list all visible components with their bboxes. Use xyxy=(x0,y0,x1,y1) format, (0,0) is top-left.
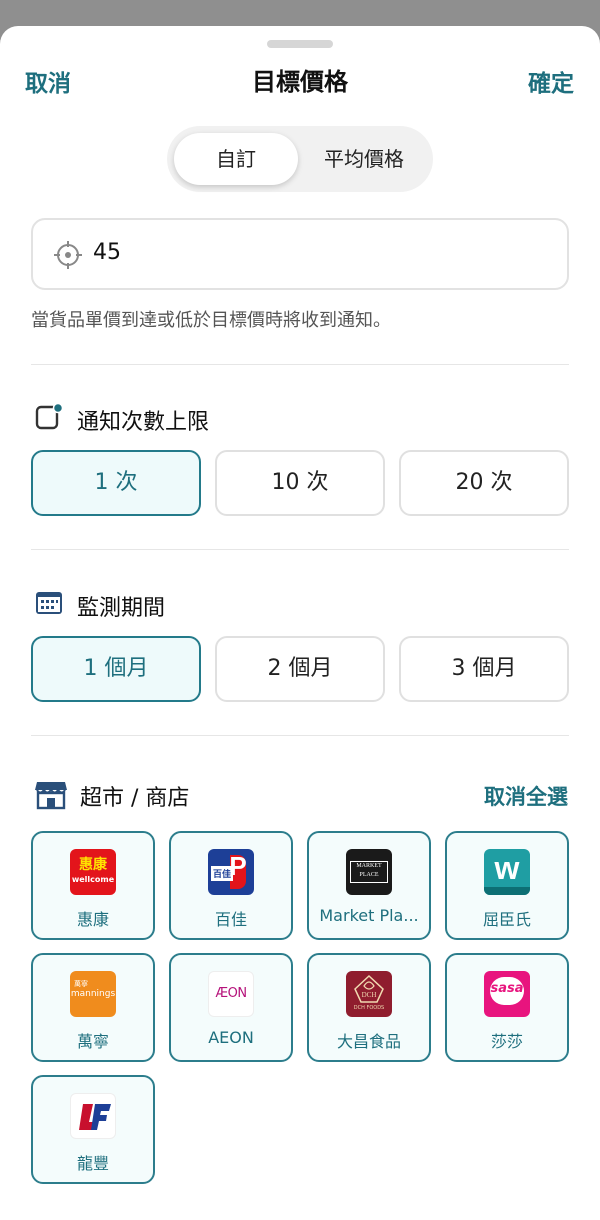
store-item-watsons[interactable]: w 屈臣氏 xyxy=(445,831,569,940)
dch-foods-logo: DCH DCH FOODS xyxy=(346,971,392,1017)
watsons-logo: w xyxy=(484,849,530,895)
store-name: 惠康 xyxy=(76,910,109,929)
store-name: 萬寧 xyxy=(76,1032,109,1051)
divider xyxy=(31,549,569,550)
store-item-dch-foods[interactable]: DCH DCH FOODS 大昌食品 xyxy=(307,953,431,1062)
store-item-sasa[interactable]: sasa 莎莎 xyxy=(445,953,569,1062)
store-item-parknshop[interactable]: P 百佳 百佳 xyxy=(169,831,293,940)
segment-average-price[interactable]: 平均價格 xyxy=(301,133,427,185)
target-price-input[interactable]: 45 xyxy=(31,218,569,290)
deselect-all-button[interactable]: 取消全選 xyxy=(484,781,568,811)
notify-limit-option-10[interactable]: 10 次 xyxy=(215,450,385,516)
wellcome-logo: 惠康 wellcome xyxy=(70,849,116,895)
sasa-logo: sasa xyxy=(484,971,530,1017)
store-item-market-place[interactable]: MARKET PLACE Market Pla... xyxy=(307,831,431,940)
notification-hint: 當貨品單價到達或低於目標價時將收到通知。 xyxy=(31,310,391,331)
period-option-1-month[interactable]: 1 個月 xyxy=(31,636,201,702)
logo-text: sasa xyxy=(490,981,524,996)
drag-handle[interactable] xyxy=(267,40,333,48)
parknshop-logo: P 百佳 xyxy=(208,849,254,895)
period-option-3-months[interactable]: 3 個月 xyxy=(399,636,569,702)
store-item-lung-fung[interactable]: 龍豐 xyxy=(31,1075,155,1184)
period-title: 監測期間 xyxy=(77,596,166,621)
sheet-title: 目標價格 xyxy=(252,68,348,96)
store-icon xyxy=(35,782,67,810)
store-item-mannings[interactable]: 萬寧 mannings 萬寧 xyxy=(31,953,155,1062)
logo-text: ÆON xyxy=(215,986,247,1001)
logo-subtext: wellcome xyxy=(71,875,115,884)
lung-fung-logo xyxy=(70,1093,116,1139)
store-name: Market Pla... xyxy=(319,906,419,925)
store-name: 百佳 xyxy=(214,910,247,929)
market-place-logo: MARKET PLACE xyxy=(346,849,392,895)
logo-subtext: DCH FOODS xyxy=(353,1005,385,1011)
target-price-sheet: 取消 目標價格 確定 自訂 平均價格 45 當貨品單價到達或低於目標價時將收到通… xyxy=(0,26,600,1220)
stores-title: 超市 / 商店 xyxy=(80,786,190,811)
logo-text: 惠康 xyxy=(79,857,107,873)
store-name: 大昌食品 xyxy=(336,1032,401,1051)
calendar-icon xyxy=(36,592,62,614)
store-name: 莎莎 xyxy=(490,1032,523,1051)
divider xyxy=(31,364,569,365)
store-item-wellcome[interactable]: 惠康 wellcome 惠康 xyxy=(31,831,155,940)
store-name: 屈臣氏 xyxy=(482,910,531,929)
aeon-logo: ÆON xyxy=(208,971,254,1017)
logo-text: MARKET xyxy=(356,863,382,869)
confirm-button[interactable]: 確定 xyxy=(528,64,574,98)
period-option-2-months[interactable]: 2 個月 xyxy=(215,636,385,702)
logo-text: 萬寧 xyxy=(74,980,88,988)
notify-limit-title: 通知次數上限 xyxy=(77,410,210,435)
mannings-logo: 萬寧 mannings xyxy=(70,971,116,1017)
divider xyxy=(31,735,569,736)
logo-text: DCH xyxy=(362,991,377,999)
logo-subtext: mannings xyxy=(70,989,116,999)
store-name: 龍豐 xyxy=(76,1154,109,1173)
segment-custom[interactable]: 自訂 xyxy=(174,133,298,185)
logo-letter: w xyxy=(494,850,520,886)
target-price-value: 45 xyxy=(93,240,121,265)
notify-limit-option-20[interactable]: 20 次 xyxy=(399,450,569,516)
store-name: AEON xyxy=(208,1028,254,1047)
store-item-aeon[interactable]: ÆON AEON xyxy=(169,953,293,1062)
logo-text: 百佳 xyxy=(211,866,234,881)
notify-limit-option-1[interactable]: 1 次 xyxy=(31,450,201,516)
logo-subtext: PLACE xyxy=(359,872,379,878)
target-icon xyxy=(54,241,82,269)
price-mode-segment: 自訂 平均價格 xyxy=(167,126,433,192)
notification-icon xyxy=(35,402,64,430)
